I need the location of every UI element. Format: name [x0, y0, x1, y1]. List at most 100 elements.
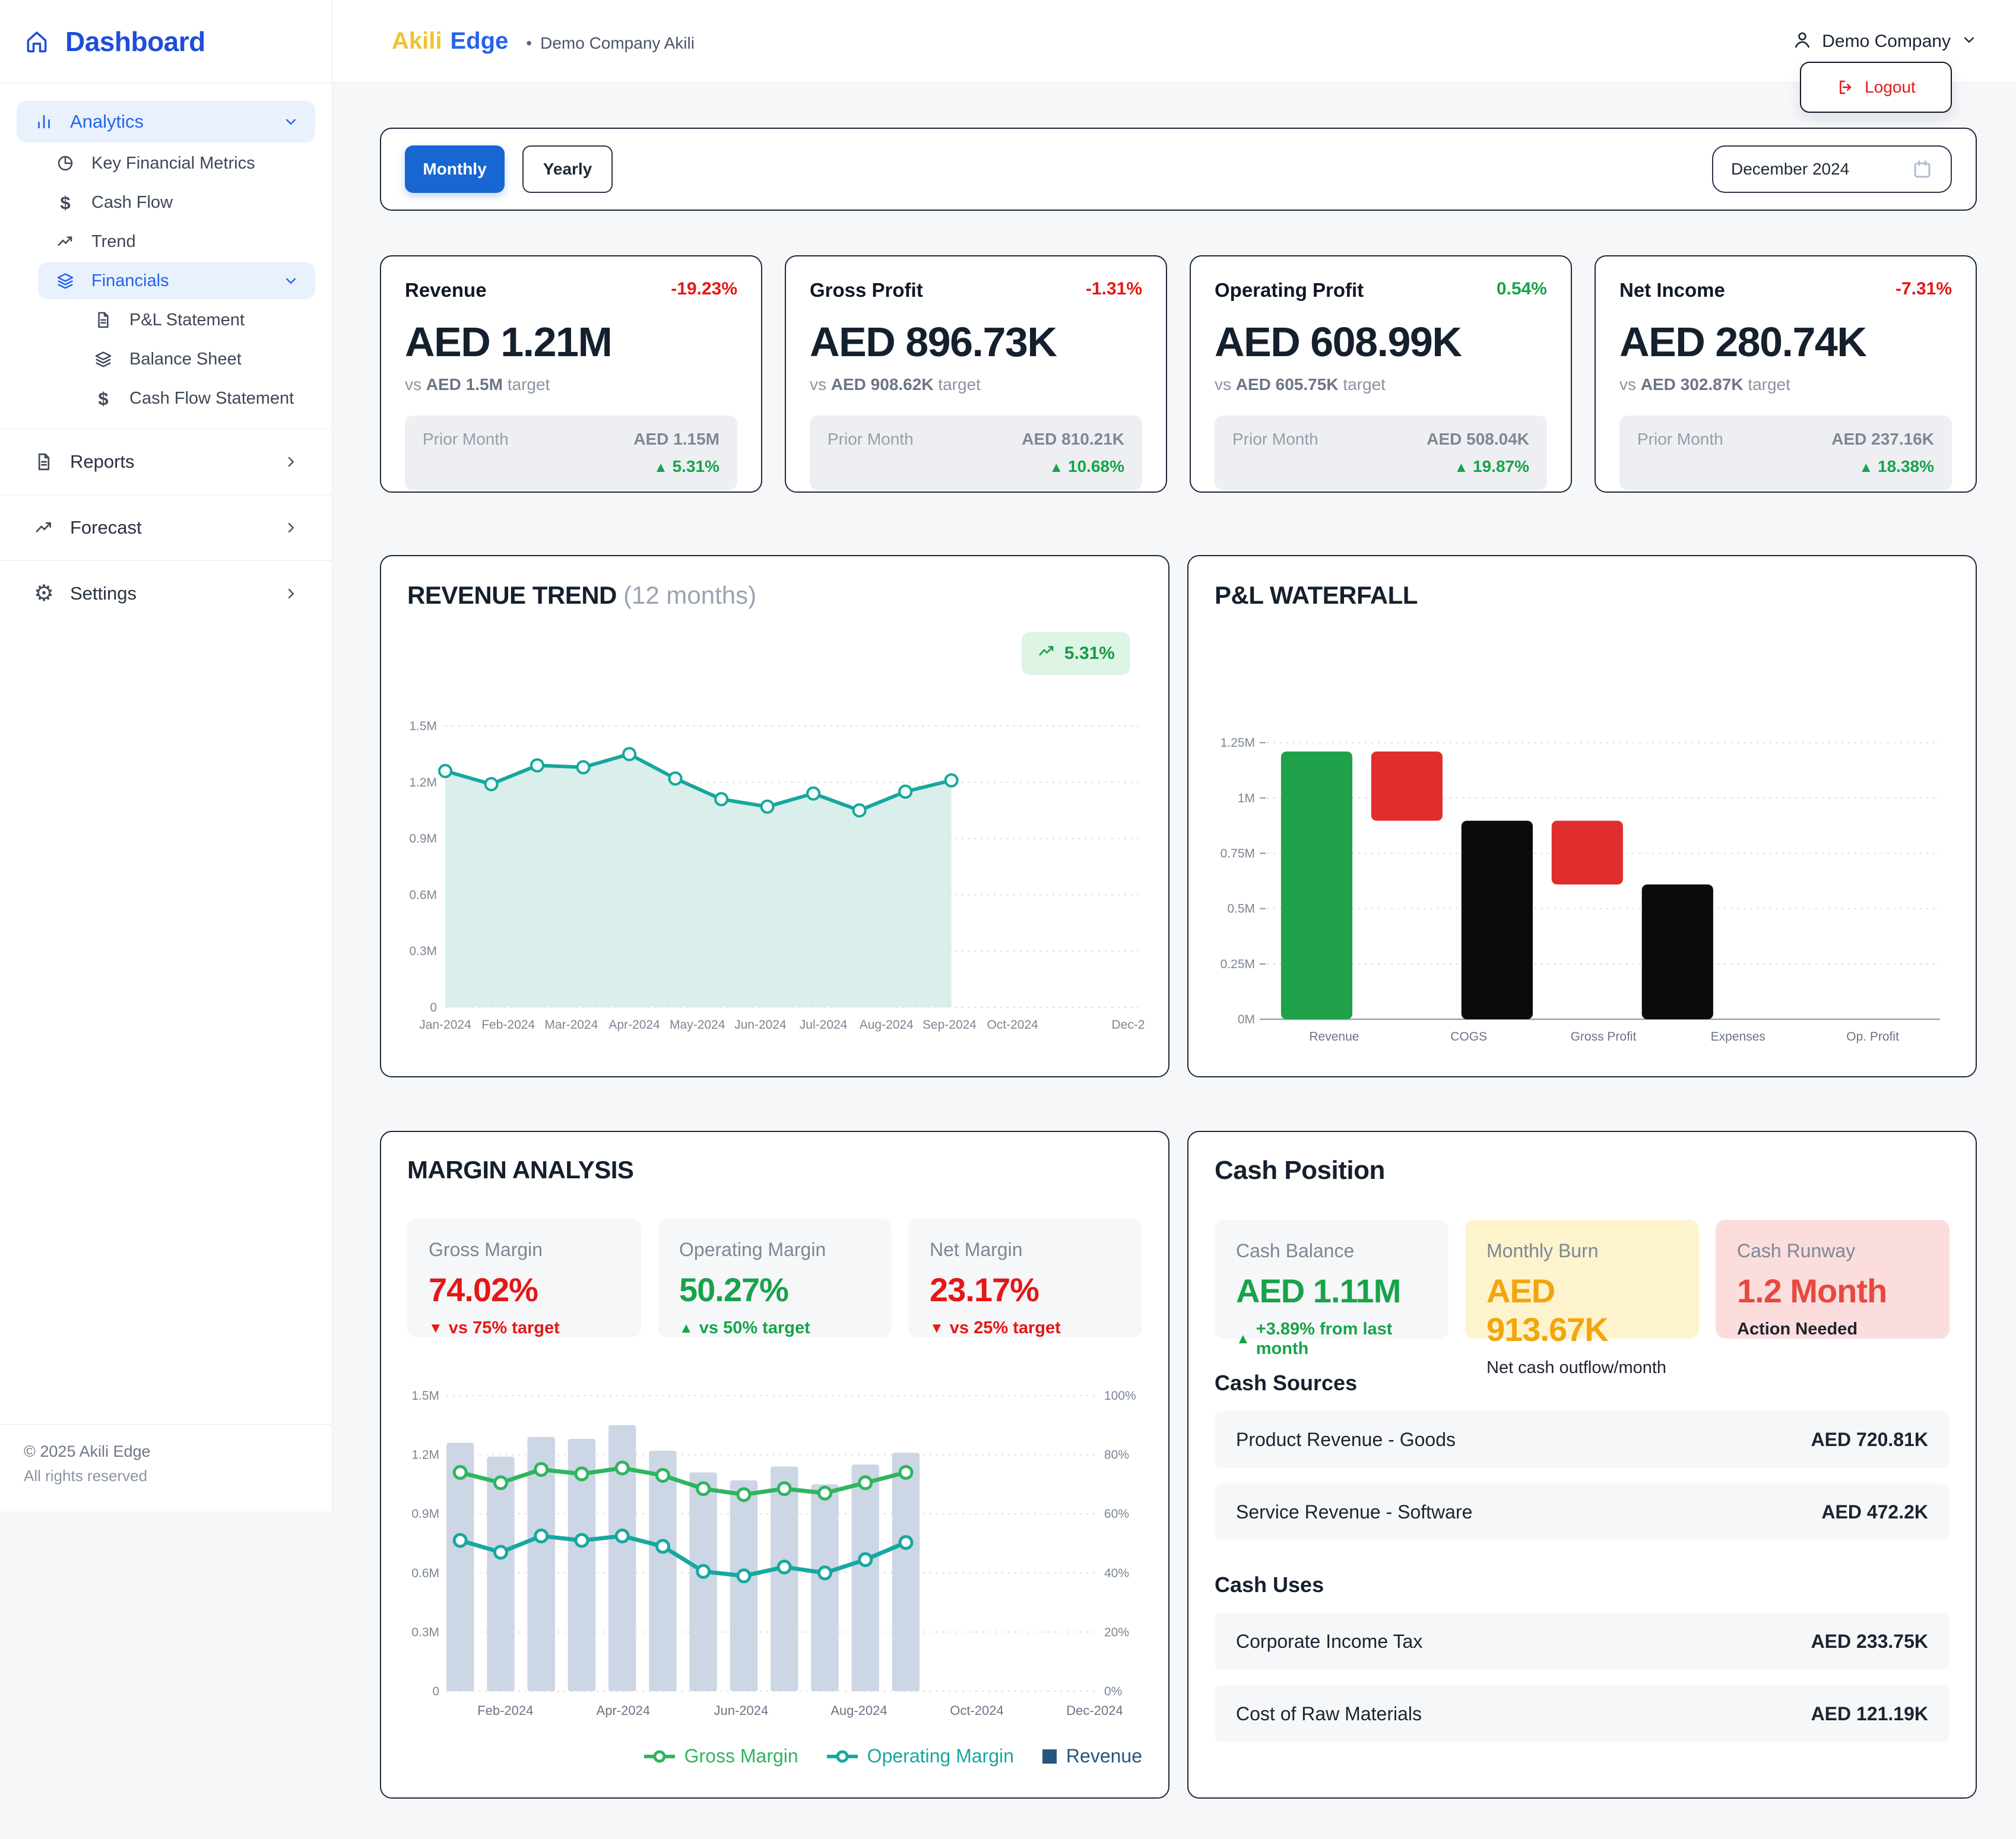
- legend-label: Operating Margin: [867, 1745, 1014, 1767]
- kpi-prior-label: Prior Month: [423, 430, 509, 448]
- cash-row-value: AED 233.75K: [1811, 1630, 1928, 1652]
- sidebar-item-label: Forecast: [70, 517, 142, 538]
- legend-line-icon: [826, 1750, 858, 1762]
- kpi-prior-label: Prior Month: [1637, 430, 1723, 448]
- svg-text:Feb-2024: Feb-2024: [481, 1018, 535, 1032]
- svg-text:Sep-2024: Sep-2024: [923, 1018, 977, 1032]
- kpi-card-gross-profit: Gross Profit -1.31% AED 896.73K vs AED 9…: [785, 255, 1167, 493]
- content: Monthly Yearly December 2024 Revenue -19…: [332, 83, 2016, 1839]
- svg-text:0.5M: 0.5M: [1227, 902, 1255, 916]
- kpi-target-value: AED 908.62K: [831, 375, 934, 394]
- svg-text:Aug-2024: Aug-2024: [860, 1018, 914, 1032]
- logout-icon: [1836, 78, 1855, 97]
- cash-card-note: ▲ +3.89% from last month: [1236, 1320, 1393, 1358]
- up-triangle-icon: ▲: [1049, 459, 1064, 475]
- cash-row-value: AED 720.81K: [1811, 1428, 1928, 1450]
- svg-text:0.3M: 0.3M: [409, 944, 437, 958]
- pl-waterfall-card: P&L WATERFALL 0M 0.25M 0.5M 0.75M 1M 1.25M Rev…: [1187, 555, 1977, 1077]
- svg-text:Dec-2024: Dec-2024: [1111, 1018, 1145, 1032]
- kpi-target-value: AED 1.5M: [426, 375, 503, 394]
- margin-cards-row: Gross Margin 74.02% ▼ vs 75% target Oper…: [407, 1219, 1142, 1337]
- kpi-title: Revenue: [405, 279, 487, 301]
- brand-separator: •: [526, 34, 532, 52]
- sidebar-item-label: Balance Sheet: [129, 349, 242, 369]
- sidebar-item-settings[interactable]: ⚙ Settings: [17, 573, 315, 614]
- sidebar-footer: © 2025 Akili Edge All rights reserved: [0, 1424, 332, 1511]
- svg-text:60%: 60%: [1104, 1507, 1129, 1521]
- sidebar-item-label: Trend: [91, 232, 136, 251]
- period-toolbar: Monthly Yearly December 2024: [380, 128, 1977, 211]
- trend-change-badge: 5.31%: [1021, 632, 1130, 675]
- cash-row-value: AED 121.19K: [1811, 1702, 1928, 1724]
- cash-row-label: Service Revenue - Software: [1236, 1501, 1473, 1523]
- legend-label: Gross Margin: [684, 1745, 798, 1767]
- kpi-prior-delta: ▲ 18.38%: [1859, 457, 1934, 475]
- sidebar-nav: Analytics Key Financial Metrics $ Cash Flow…: [0, 83, 332, 617]
- period-select[interactable]: December 2024: [1712, 145, 1952, 193]
- sidebar-item-cash-flow-statement[interactable]: $ Cash Flow Statement: [76, 380, 315, 417]
- trend-up-icon: [1037, 642, 1056, 665]
- sidebar-item-trend[interactable]: Trend: [38, 223, 315, 260]
- sidebar-item-p-l-statement[interactable]: P&L Statement: [76, 302, 315, 338]
- margin-card-label: Net Margin: [930, 1239, 1023, 1260]
- sidebar-item-analytics[interactable]: Analytics: [17, 101, 315, 142]
- copyright-text: © 2025 Akili Edge: [24, 1442, 151, 1460]
- rights-text: All rights reserved: [24, 1467, 148, 1485]
- up-triangle-icon: ▲: [679, 1320, 693, 1336]
- margin-analysis-card: MARGIN ANALYSIS Gross Margin 74.02% ▼ vs…: [380, 1131, 1169, 1799]
- kpi-target: vs AED 1.5M target: [405, 375, 550, 394]
- cash-sources-list: Product Revenue - Goods AED 720.81K Servi…: [1215, 1411, 1950, 1540]
- kpi-target-value: AED 302.87K: [1640, 375, 1744, 394]
- gear-icon: ⚙: [33, 581, 55, 606]
- sidebar-item-reports[interactable]: Reports: [17, 441, 315, 483]
- brand: Akili Edge • Demo Company Akili: [392, 28, 695, 55]
- sidebar-item-key-financial-metrics[interactable]: Key Financial Metrics: [38, 145, 315, 182]
- svg-text:0.9M: 0.9M: [411, 1507, 439, 1521]
- legend-item-revenue[interactable]: Revenue: [1041, 1745, 1142, 1767]
- svg-text:Aug-2024: Aug-2024: [831, 1703, 887, 1718]
- kpi-change-badge: -19.23%: [671, 279, 737, 299]
- legend-item-operating-margin[interactable]: Operating Margin: [826, 1745, 1014, 1767]
- file-icon: [32, 452, 56, 472]
- account-menu[interactable]: Demo Company: [1792, 30, 1978, 53]
- yearly-button[interactable]: Yearly: [522, 145, 613, 193]
- logout-button[interactable]: Logout: [1865, 78, 1916, 97]
- company-subtitle: Demo Company Akili: [540, 34, 695, 52]
- revenue-trend-title-text: REVENUE TREND: [407, 581, 617, 609]
- margin-card-label: Gross Margin: [429, 1239, 543, 1260]
- up-triangle-icon: ▲: [1454, 459, 1469, 475]
- cash-row-label: Corporate Income Tax: [1236, 1630, 1423, 1652]
- svg-text:0.25M: 0.25M: [1221, 957, 1255, 971]
- svg-text:1.25M: 1.25M: [1221, 736, 1255, 750]
- margin-card-target-note: ▲ vs 50% target: [679, 1318, 810, 1337]
- chevron-right-icon: [282, 453, 300, 471]
- svg-text:40%: 40%: [1104, 1567, 1129, 1580]
- legend-item-gross-margin[interactable]: Gross Margin: [643, 1745, 798, 1767]
- sidebar-item-financials[interactable]: Financials: [38, 262, 315, 299]
- cash-card-cash-balance: Cash Balance AED 1.11M ▲ +3.89% from last…: [1215, 1220, 1448, 1358]
- dashboard-app: Dashboard Analytics Key Financial Metrics…: [0, 0, 2016, 1839]
- sidebar-item-forecast[interactable]: Forecast: [17, 507, 315, 548]
- sidebar: Dashboard Analytics Key Financial Metrics…: [0, 0, 332, 1511]
- cash-position-title: Cash Position: [1215, 1156, 1385, 1185]
- down-triangle-icon: ▼: [429, 1320, 443, 1336]
- cash-card-value: 1.2 Month: [1737, 1272, 1887, 1310]
- dollar-icon: $: [60, 192, 71, 213]
- calendar-icon: [1912, 158, 1933, 180]
- pie-chart-icon: [53, 154, 77, 173]
- kpi-prior-delta: ▲ 5.31%: [654, 457, 719, 475]
- margin-analysis-title: MARGIN ANALYSIS: [407, 1156, 634, 1184]
- sidebar-item-balance-sheet[interactable]: Balance Sheet: [76, 341, 315, 378]
- svg-text:0.75M: 0.75M: [1221, 846, 1255, 860]
- kpi-target: vs AED 605.75K target: [1215, 375, 1386, 394]
- kpi-prior-value: AED 1.15M: [633, 430, 719, 448]
- period-value: December 2024: [1731, 160, 1850, 178]
- monthly-button[interactable]: Monthly: [405, 145, 505, 193]
- up-triangle-icon: ▲: [654, 459, 668, 475]
- svg-text:0.6M: 0.6M: [409, 888, 437, 902]
- sidebar-item-cash-flow[interactable]: $ Cash Flow: [38, 184, 315, 221]
- margin-card-value: 50.27%: [679, 1271, 789, 1308]
- kpi-value: AED 1.21M: [405, 319, 613, 365]
- sidebar-item-label: Cash Flow Statement: [129, 388, 294, 408]
- sidebar-item-label: P&L Statement: [129, 310, 245, 329]
